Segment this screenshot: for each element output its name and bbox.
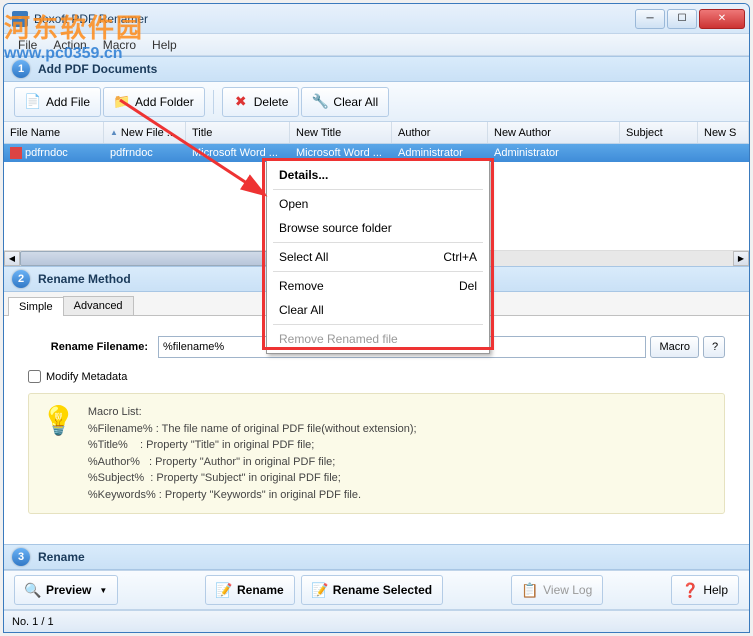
ctx-open[interactable]: Open bbox=[269, 192, 487, 216]
delete-button[interactable]: ✖ Delete bbox=[222, 87, 300, 117]
tab-simple[interactable]: Simple bbox=[8, 297, 64, 316]
view-log-button[interactable]: 📋 View Log bbox=[511, 575, 603, 605]
delete-icon: ✖ bbox=[233, 94, 249, 110]
ctx-browse[interactable]: Browse source folder bbox=[269, 216, 487, 240]
status-text: No. 1 / 1 bbox=[12, 616, 54, 628]
window-title: Boxoft PDF Renamer bbox=[34, 12, 635, 26]
add-folder-icon: 📁 bbox=[114, 94, 130, 110]
ctx-clear-all[interactable]: Clear All bbox=[269, 298, 487, 322]
scroll-left-button[interactable]: ◀ bbox=[4, 251, 20, 266]
preview-button[interactable]: 🔍 Preview ▼ bbox=[14, 575, 118, 605]
menu-file[interactable]: File bbox=[10, 36, 45, 54]
ctx-details[interactable]: Details... bbox=[269, 163, 487, 187]
bottom-toolbar: 🔍 Preview ▼ 📝 Rename 📝 Rename Selected 📋… bbox=[4, 570, 749, 610]
menu-action[interactable]: Action bbox=[45, 36, 94, 54]
section-1-header: 1 Add PDF Documents bbox=[4, 56, 749, 82]
section-2-title: Rename Method bbox=[38, 272, 131, 286]
toolbar-separator bbox=[213, 90, 214, 114]
section-3-header: 3 Rename bbox=[4, 544, 749, 570]
sort-icon: ▲ bbox=[110, 128, 118, 137]
clear-all-button[interactable]: 🔧 Clear All bbox=[301, 87, 389, 117]
section-1-title: Add PDF Documents bbox=[38, 62, 157, 76]
macro-text: Macro List: %Filename% : The file name o… bbox=[88, 404, 417, 503]
menu-macro[interactable]: Macro bbox=[95, 36, 144, 54]
col-filename[interactable]: File Name bbox=[4, 122, 104, 143]
macro-help-box: 💡 Macro List: %Filename% : The file name… bbox=[28, 393, 725, 514]
help-icon: ❓ bbox=[682, 582, 698, 598]
search-icon: 🔍 bbox=[25, 582, 41, 598]
col-author[interactable]: Author bbox=[392, 122, 488, 143]
macro-button[interactable]: Macro bbox=[650, 336, 699, 358]
rename-filename-label: Rename Filename: bbox=[28, 341, 158, 353]
rename-selected-icon: 📝 bbox=[312, 582, 328, 598]
step-3-badge: 3 bbox=[12, 548, 30, 566]
chevron-down-icon: ▼ bbox=[99, 586, 107, 595]
col-newsubject[interactable]: New S bbox=[698, 122, 749, 143]
rename-selected-button[interactable]: 📝 Rename Selected bbox=[301, 575, 443, 605]
col-title[interactable]: Title bbox=[186, 122, 290, 143]
section-3-title: Rename bbox=[38, 550, 85, 564]
menu-help[interactable]: Help bbox=[144, 36, 185, 54]
add-file-icon: 📄 bbox=[25, 94, 41, 110]
scroll-right-button[interactable]: ▶ bbox=[733, 251, 749, 266]
add-file-button[interactable]: 📄 Add File bbox=[14, 87, 101, 117]
rename-icon: 📝 bbox=[216, 582, 232, 598]
modify-metadata-label: Modify Metadata bbox=[46, 371, 127, 383]
col-newfile[interactable]: ▲New File ... bbox=[104, 122, 186, 143]
rename-button[interactable]: 📝 Rename bbox=[205, 575, 295, 605]
log-icon: 📋 bbox=[522, 582, 538, 598]
app-icon: ▫ bbox=[12, 11, 28, 27]
close-button[interactable]: ✕ bbox=[699, 9, 745, 29]
add-folder-button[interactable]: 📁 Add Folder bbox=[103, 87, 205, 117]
titlebar[interactable]: ▫ Boxoft PDF Renamer ─ ☐ ✕ bbox=[4, 4, 749, 34]
maximize-button[interactable]: ☐ bbox=[667, 9, 697, 29]
help-bottom-button[interactable]: ❓ Help bbox=[671, 575, 739, 605]
pdf-icon bbox=[10, 147, 22, 159]
modify-metadata-checkbox[interactable] bbox=[28, 370, 41, 383]
bulb-icon: 💡 bbox=[41, 404, 76, 503]
step-2-badge: 2 bbox=[12, 270, 30, 288]
context-menu: Details... Open Browse source folder Sel… bbox=[266, 160, 490, 354]
top-toolbar: 📄 Add File 📁 Add Folder ✖ Delete 🔧 Clear… bbox=[4, 82, 749, 122]
ctx-remove-renamed: Remove Renamed file bbox=[269, 327, 487, 351]
menubar: File Action Macro Help bbox=[4, 34, 749, 56]
step-1-badge: 1 bbox=[12, 60, 30, 78]
minimize-button[interactable]: ─ bbox=[635, 9, 665, 29]
ctx-select-all[interactable]: Select AllCtrl+A bbox=[269, 245, 487, 269]
col-newtitle[interactable]: New Title bbox=[290, 122, 392, 143]
ctx-remove[interactable]: RemoveDel bbox=[269, 274, 487, 298]
grid-header: File Name ▲New File ... Title New Title … bbox=[4, 122, 749, 144]
tab-advanced[interactable]: Advanced bbox=[63, 296, 134, 315]
help-button[interactable]: ? bbox=[703, 336, 725, 358]
statusbar: No. 1 / 1 bbox=[4, 610, 749, 632]
clear-icon: 🔧 bbox=[312, 94, 328, 110]
col-newauthor[interactable]: New Author bbox=[488, 122, 620, 143]
col-subject[interactable]: Subject bbox=[620, 122, 698, 143]
